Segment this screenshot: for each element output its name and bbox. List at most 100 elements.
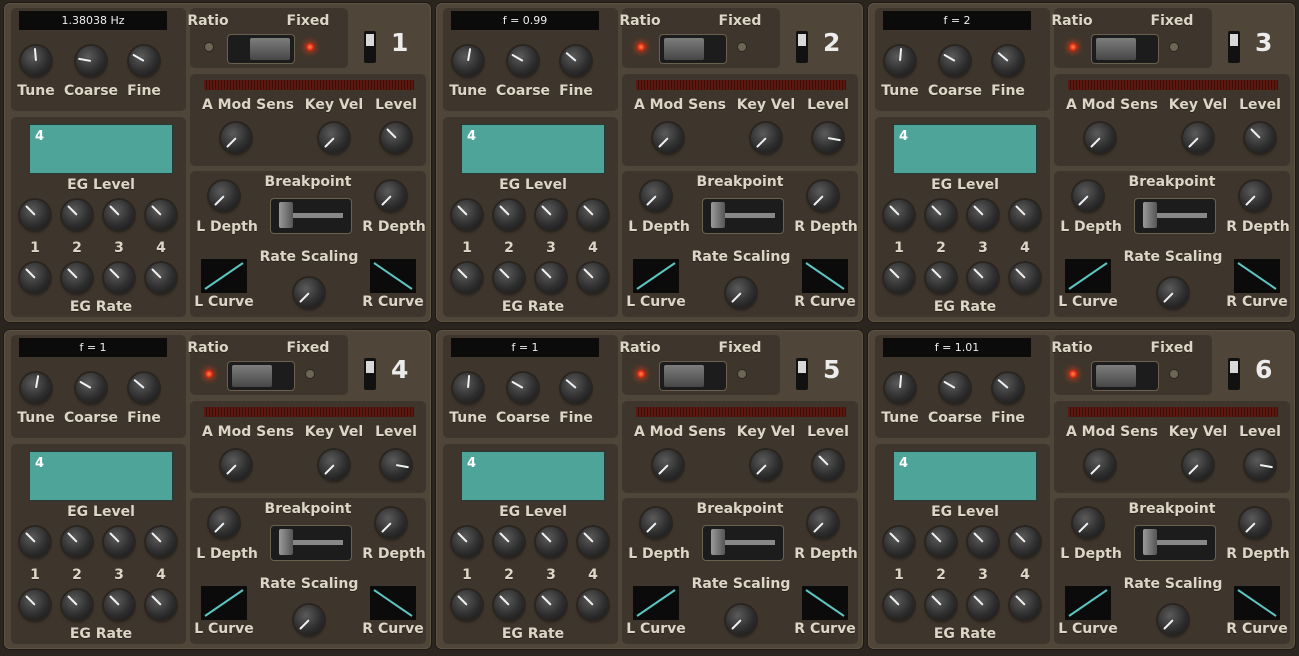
eg-rate-knob-3[interactable] <box>104 263 134 293</box>
key-vel-knob[interactable] <box>1183 123 1213 153</box>
eg-display[interactable]: 4 <box>893 124 1037 174</box>
breakpoint-slider[interactable] <box>1135 199 1215 233</box>
eg-level-knob-4[interactable] <box>146 527 176 557</box>
eg-rate-knob-2[interactable] <box>62 590 92 620</box>
eg-display[interactable]: 4 <box>461 124 605 174</box>
level-knob[interactable] <box>381 123 411 153</box>
rate-scaling-knob[interactable] <box>1158 605 1188 635</box>
eg-display[interactable]: 4 <box>461 451 605 501</box>
breakpoint-slider[interactable] <box>1135 526 1215 560</box>
l-depth-knob[interactable] <box>1073 508 1103 538</box>
eg-display[interactable]: 4 <box>29 124 173 174</box>
fine-knob[interactable] <box>129 373 159 403</box>
level-knob[interactable] <box>381 450 411 480</box>
eg-level-knob-3[interactable] <box>104 527 134 557</box>
eg-level-knob-2[interactable] <box>62 527 92 557</box>
tune-knob[interactable] <box>453 373 483 403</box>
ratio-fixed-switch[interactable] <box>228 362 294 390</box>
eg-level-knob-3[interactable] <box>968 527 998 557</box>
eg-rate-knob-2[interactable] <box>494 590 524 620</box>
r-curve-display[interactable] <box>370 259 416 293</box>
l-depth-knob[interactable] <box>641 181 671 211</box>
ratio-fixed-switch[interactable] <box>228 35 294 63</box>
ratio-fixed-switch[interactable] <box>660 362 726 390</box>
l-depth-knob[interactable] <box>209 181 239 211</box>
key-vel-knob[interactable] <box>319 450 349 480</box>
eg-rate-knob-1[interactable] <box>452 590 482 620</box>
a-mod-sens-knob[interactable] <box>653 450 683 480</box>
eg-rate-knob-4[interactable] <box>146 590 176 620</box>
tune-knob[interactable] <box>885 46 915 76</box>
r-curve-display[interactable] <box>370 586 416 620</box>
eg-level-knob-1[interactable] <box>20 200 50 230</box>
a-mod-sens-knob[interactable] <box>1085 123 1115 153</box>
eg-level-knob-2[interactable] <box>494 527 524 557</box>
l-curve-display[interactable] <box>201 586 247 620</box>
operator-enable-toggle[interactable] <box>364 358 376 390</box>
r-curve-display[interactable] <box>802 586 848 620</box>
l-curve-display[interactable] <box>633 259 679 293</box>
level-knob[interactable] <box>1245 450 1275 480</box>
fine-knob[interactable] <box>561 373 591 403</box>
eg-level-knob-1[interactable] <box>884 527 914 557</box>
eg-rate-knob-2[interactable] <box>926 590 956 620</box>
rate-scaling-knob[interactable] <box>1158 278 1188 308</box>
ratio-fixed-switch[interactable] <box>1092 35 1158 63</box>
l-curve-display[interactable] <box>1065 259 1111 293</box>
key-vel-knob[interactable] <box>319 123 349 153</box>
l-depth-knob[interactable] <box>1073 181 1103 211</box>
level-knob[interactable] <box>813 450 843 480</box>
eg-level-knob-1[interactable] <box>452 527 482 557</box>
breakpoint-slider[interactable] <box>703 526 783 560</box>
level-knob[interactable] <box>1245 123 1275 153</box>
breakpoint-slider[interactable] <box>271 526 351 560</box>
eg-level-knob-4[interactable] <box>578 200 608 230</box>
eg-rate-knob-4[interactable] <box>578 590 608 620</box>
coarse-knob[interactable] <box>940 373 970 403</box>
coarse-knob[interactable] <box>508 373 538 403</box>
eg-rate-knob-4[interactable] <box>578 263 608 293</box>
r-depth-knob[interactable] <box>376 508 406 538</box>
r-depth-knob[interactable] <box>808 181 838 211</box>
r-curve-display[interactable] <box>1234 259 1280 293</box>
eg-rate-knob-4[interactable] <box>1010 263 1040 293</box>
eg-rate-knob-1[interactable] <box>452 263 482 293</box>
coarse-knob[interactable] <box>76 373 106 403</box>
eg-display[interactable]: 4 <box>29 451 173 501</box>
eg-rate-knob-3[interactable] <box>104 590 134 620</box>
r-curve-display[interactable] <box>802 259 848 293</box>
eg-level-knob-2[interactable] <box>494 200 524 230</box>
r-depth-knob[interactable] <box>376 181 406 211</box>
eg-level-knob-4[interactable] <box>1010 200 1040 230</box>
eg-rate-knob-3[interactable] <box>968 590 998 620</box>
eg-level-knob-4[interactable] <box>146 200 176 230</box>
ratio-fixed-switch[interactable] <box>1092 362 1158 390</box>
l-depth-knob[interactable] <box>209 508 239 538</box>
eg-rate-knob-2[interactable] <box>926 263 956 293</box>
eg-rate-knob-3[interactable] <box>536 263 566 293</box>
eg-rate-knob-3[interactable] <box>968 263 998 293</box>
operator-enable-toggle[interactable] <box>1228 358 1240 390</box>
eg-display[interactable]: 4 <box>893 451 1037 501</box>
coarse-knob[interactable] <box>76 46 106 76</box>
rate-scaling-knob[interactable] <box>294 605 324 635</box>
eg-rate-knob-2[interactable] <box>494 263 524 293</box>
eg-level-knob-2[interactable] <box>926 527 956 557</box>
eg-rate-knob-1[interactable] <box>884 263 914 293</box>
eg-level-knob-1[interactable] <box>452 200 482 230</box>
eg-level-knob-3[interactable] <box>536 200 566 230</box>
eg-level-knob-2[interactable] <box>62 200 92 230</box>
l-curve-display[interactable] <box>633 586 679 620</box>
eg-rate-knob-2[interactable] <box>62 263 92 293</box>
rate-scaling-knob[interactable] <box>294 278 324 308</box>
breakpoint-slider[interactable] <box>703 199 783 233</box>
operator-enable-toggle[interactable] <box>796 31 808 63</box>
eg-level-knob-1[interactable] <box>20 527 50 557</box>
fine-knob[interactable] <box>129 46 159 76</box>
key-vel-knob[interactable] <box>1183 450 1213 480</box>
fine-knob[interactable] <box>993 373 1023 403</box>
r-depth-knob[interactable] <box>1240 508 1270 538</box>
l-curve-display[interactable] <box>1065 586 1111 620</box>
r-depth-knob[interactable] <box>1240 181 1270 211</box>
eg-level-knob-3[interactable] <box>536 527 566 557</box>
